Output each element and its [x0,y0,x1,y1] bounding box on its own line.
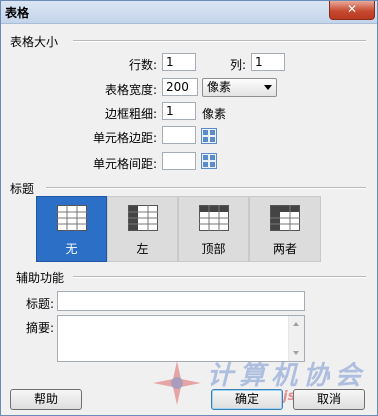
table-top-header-icon [199,205,229,231]
caption-label: 标题: [25,297,54,311]
scroll-up-icon[interactable] [293,322,299,326]
table-size-section-label: 表格大小 [10,35,59,49]
cols-input[interactable] [251,53,285,71]
cols-label: 列: [229,58,246,72]
header-option-top[interactable]: 顶部 [178,196,249,262]
title-bar[interactable]: 表格 ✕ [1,1,377,24]
table-size-separator [73,40,366,42]
help-button[interactable]: 帮助 [10,389,82,410]
table-both-headers-icon [270,205,300,231]
table-left-header-icon [128,205,158,231]
ok-button[interactable]: 确定 [211,389,283,410]
table-dialog: 表格 ✕ 表格大小 行数: 列: 表格宽度: 像素 边框粗细: 像素 单元格边距… [0,0,378,416]
border-unit-label: 像素 [202,107,227,121]
table-width-input[interactable] [162,78,198,96]
width-unit-value: 像素 [207,80,232,94]
rows-input[interactable] [162,53,196,71]
header-separator [46,187,366,189]
scroll-down-icon[interactable] [293,351,299,355]
summary-label: 摘要: [25,321,54,335]
cellspacing-grid-icon [201,153,217,169]
cellpadding-input[interactable] [162,126,196,144]
summary-scrollbar[interactable] [288,316,304,361]
cellpadding-label: 单元格边距: [92,131,157,145]
border-label: 边框粗细: [104,107,157,121]
header-option-top-label: 顶部 [201,242,226,256]
border-input[interactable] [162,102,196,120]
watermark-logo [153,361,201,405]
caption-input[interactable] [57,291,305,311]
cancel-button[interactable]: 取消 [293,389,365,410]
cellspacing-input[interactable] [162,152,196,170]
cellspacing-label: 单元格间距: [92,157,157,171]
close-button[interactable]: ✕ [329,1,375,20]
header-option-both-label: 两者 [272,242,297,256]
table-width-label: 表格宽度: [104,83,157,97]
cellpadding-grid-icon [201,128,217,144]
close-icon: ✕ [346,2,358,16]
accessibility-section-label: 辅助功能 [16,271,65,285]
summary-textarea[interactable] [57,315,305,362]
header-option-left[interactable]: 左 [107,196,178,262]
dialog-title: 表格 [5,6,30,20]
header-option-both[interactable]: 两者 [249,196,321,262]
chevron-down-icon [264,85,272,90]
header-option-none-label: 无 [65,242,78,256]
accessibility-separator [73,276,366,278]
width-unit-select[interactable]: 像素 [202,78,277,97]
table-no-header-icon [57,205,87,231]
rows-label: 行数: [128,58,157,72]
header-option-left-label: 左 [136,242,149,256]
header-section-label: 标题 [10,182,35,196]
header-option-none[interactable]: 无 [36,196,107,262]
